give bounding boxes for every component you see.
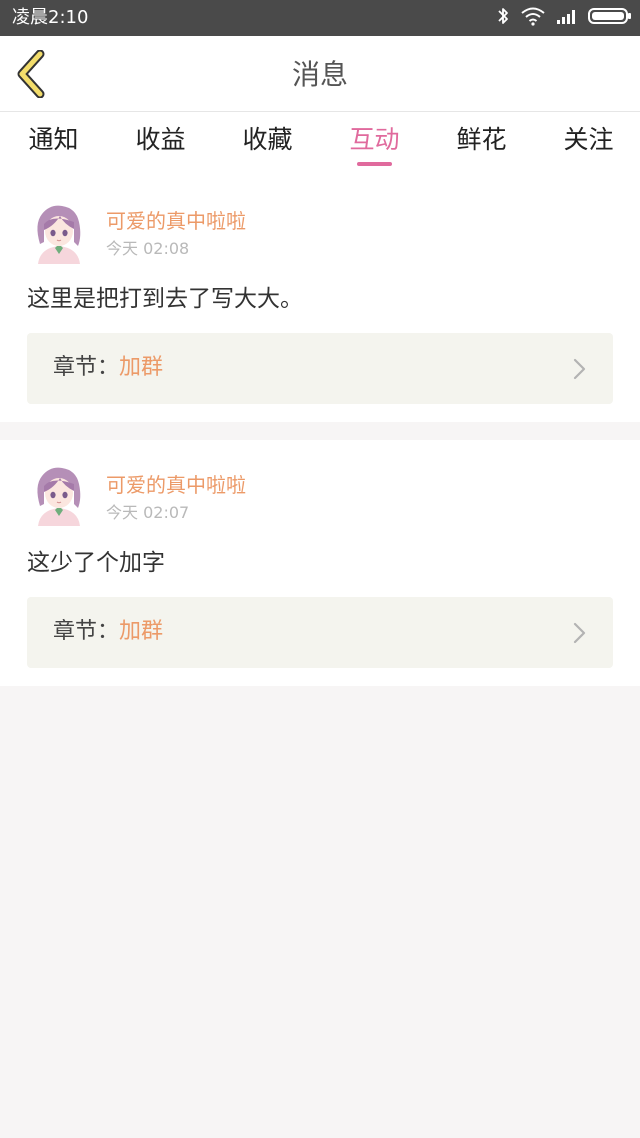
tab-label: 通知: [28, 125, 79, 154]
chapter-text: 章节：加群: [53, 354, 163, 382]
status-bar: 凌晨2:10: [0, 0, 640, 36]
bluetooth-icon: [496, 6, 510, 30]
chapter-text: 章节：加群: [53, 618, 163, 646]
chapter-prefix: 章节：: [53, 619, 120, 644]
chapter-name: 加群: [119, 355, 164, 380]
chapter-name: 加群: [119, 619, 164, 644]
status-time: 凌晨2:10: [12, 7, 89, 28]
avatar[interactable]: [30, 202, 88, 264]
tab-notifications[interactable]: 通知: [0, 112, 107, 178]
battery-icon: [588, 7, 632, 29]
header: 消息: [0, 36, 640, 112]
wifi-icon: [520, 6, 546, 30]
chapter-link[interactable]: 章节：加群: [27, 597, 613, 668]
tab-following[interactable]: 关注: [535, 112, 640, 178]
chevron-right-icon: [573, 358, 587, 380]
tab-label: 收益: [135, 125, 186, 154]
message-content: 这里是把打到去了写大大。: [27, 286, 303, 312]
tab-bar: 通知 收益 收藏 互动 鲜花 关注: [0, 112, 640, 178]
username[interactable]: 可爱的真中啦啦: [106, 472, 246, 498]
message-card: 可爱的真中啦啦 今天 02:07 这少了个加字 章节：加群: [0, 440, 640, 686]
page-title: 消息: [291, 58, 348, 91]
username[interactable]: 可爱的真中啦啦: [106, 208, 246, 234]
tab-label: 收藏: [242, 125, 293, 154]
status-icons: [496, 7, 632, 29]
chevron-right-icon: [573, 622, 587, 644]
active-tab-indicator: [357, 162, 392, 166]
tab-flowers[interactable]: 鲜花: [428, 112, 535, 178]
message-content: 这少了个加字: [27, 550, 165, 576]
tab-label: 互动: [349, 125, 400, 154]
message-card: 可爱的真中啦啦 今天 02:08 这里是把打到去了写大大。 章节：加群: [0, 178, 640, 422]
signal-icon: [556, 7, 578, 29]
chapter-prefix: 章节：: [53, 355, 120, 380]
tab-label: 关注: [563, 125, 614, 154]
timestamp: 今天 02:08: [106, 239, 190, 258]
chapter-link[interactable]: 章节：加群: [27, 333, 613, 404]
avatar[interactable]: [30, 464, 88, 526]
timestamp: 今天 02:07: [106, 503, 190, 522]
tab-earnings[interactable]: 收益: [107, 112, 214, 178]
tab-favorites[interactable]: 收藏: [214, 112, 321, 178]
tab-interactions[interactable]: 互动: [321, 112, 428, 178]
tab-label: 鲜花: [456, 125, 507, 154]
